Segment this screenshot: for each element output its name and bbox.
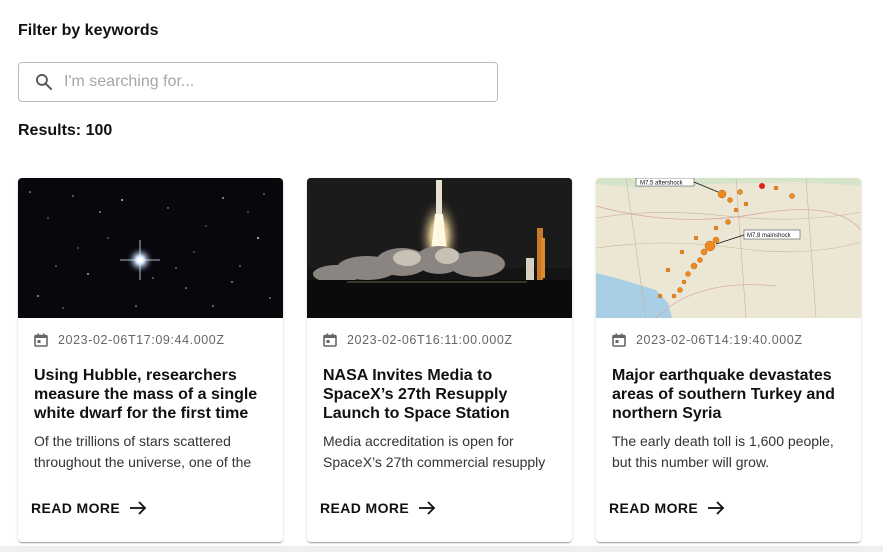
article-card[interactable]: 2023-02-06T16:11:00.000Z NASA Invites Me… [307,178,572,542]
page-bottom-divider [0,546,883,552]
article-card[interactable]: 2023-02-06T17:09:44.000Z Using Hubble, r… [18,178,283,542]
card-date: 2023-02-06T16:11:00.000Z [323,333,513,347]
results-count: Results: 100 [18,122,113,139]
card-summary: Media accreditation is open for SpaceX’s… [323,433,546,470]
read-more-label: READ MORE [609,500,699,516]
calendar-icon [612,333,626,347]
card-summary: The early death toll is 1,600 people, bu… [612,433,834,470]
calendar-icon [323,333,337,347]
card-title: NASA Invites Media to SpaceX’s 27th Resu… [323,367,510,422]
card-date: 2023-02-06T14:19:40.000Z [612,333,803,347]
arrow-right-icon [419,501,436,515]
arrow-right-icon [708,501,725,515]
calendar-icon [34,333,48,347]
map-label-aftershock: M7.5 aftershock [640,181,684,187]
read-more-button[interactable]: READ MORE [31,498,148,518]
card-date: 2023-02-06T17:09:44.000Z [34,333,225,347]
card-title: Major earthquake devastates areas of sou… [612,367,835,422]
read-more-button[interactable]: READ MORE [609,498,726,518]
rocket-launch-image [307,178,572,318]
article-card[interactable]: M7.5 aftershock M7.8 mainshock 2023-02-0… [596,178,861,542]
card-title: Using Hubble, researchers measure the ma… [34,367,258,422]
search-icon [36,74,53,91]
arrow-right-icon [130,501,147,515]
star-field-image [18,178,283,318]
read-more-button[interactable]: READ MORE [320,498,437,518]
read-more-label: READ MORE [31,500,121,516]
map-label-mainshock: M7.8 mainshock [747,233,792,239]
card-summary: Of the trillions of stars scattered thro… [34,433,252,470]
search-box[interactable] [18,62,498,102]
card-date-text: 2023-02-06T14:19:40.000Z [636,333,803,347]
read-more-label: READ MORE [320,500,410,516]
search-input[interactable] [64,63,484,101]
card-date-text: 2023-02-06T17:09:44.000Z [58,333,225,347]
earthquake-map-image: M7.5 aftershock M7.8 mainshock [596,178,861,318]
card-date-text: 2023-02-06T16:11:00.000Z [347,333,513,347]
filter-title: Filter by keywords [18,22,159,39]
